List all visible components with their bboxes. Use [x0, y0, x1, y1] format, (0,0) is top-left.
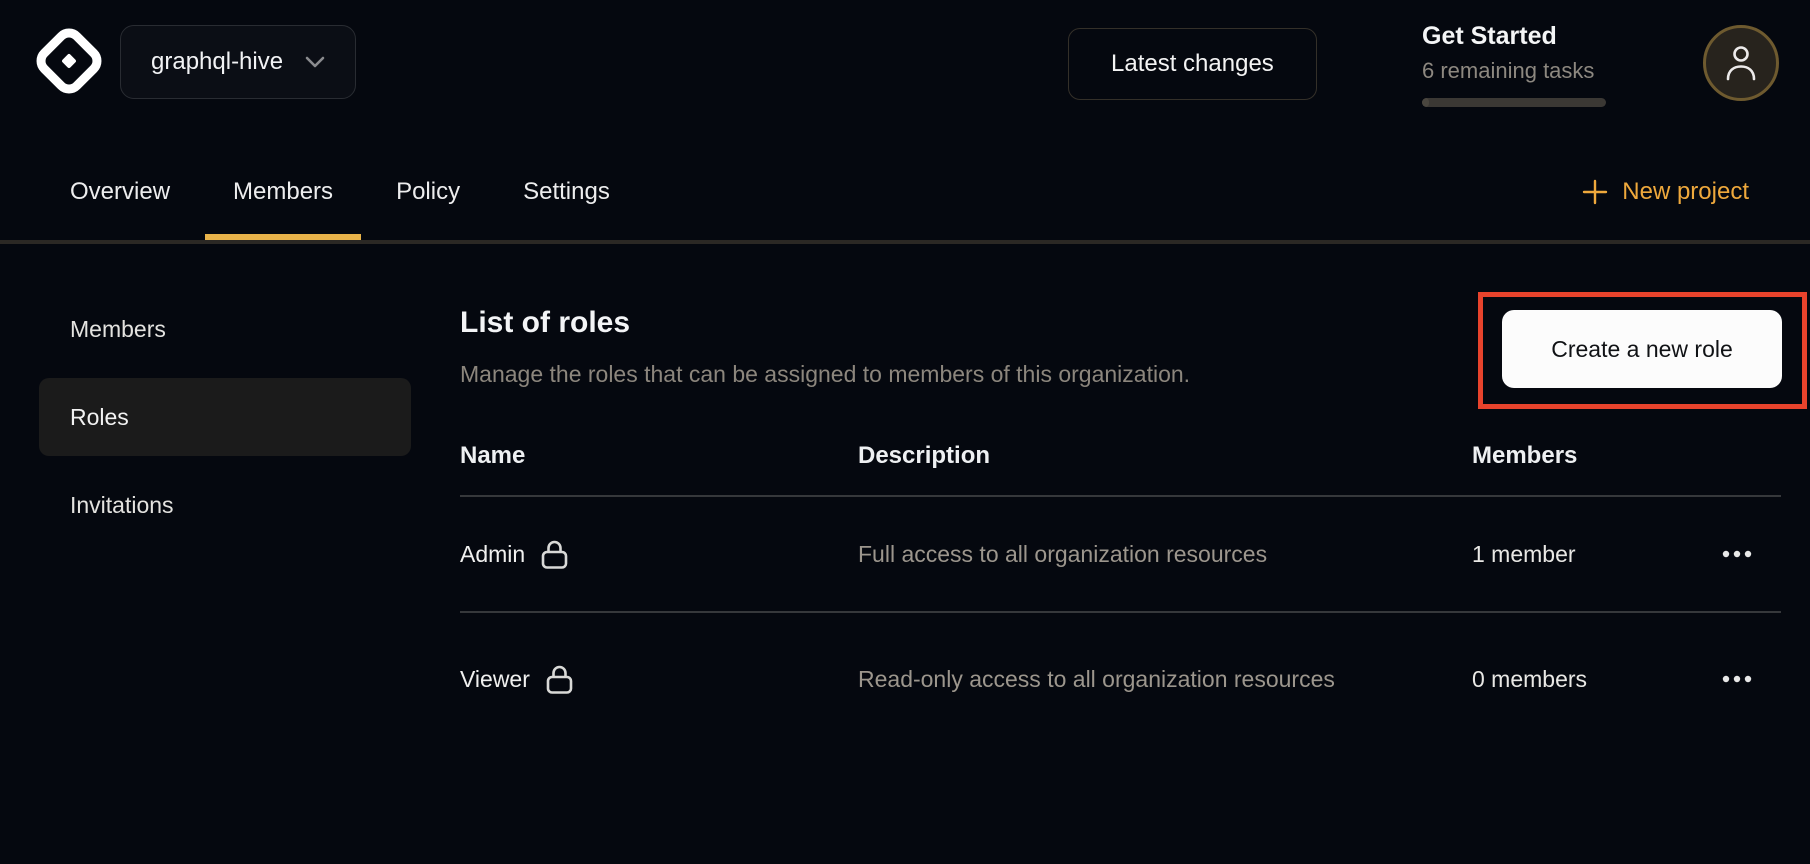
- latest-changes-button[interactable]: Latest changes: [1068, 28, 1317, 100]
- hive-logo-icon[interactable]: [36, 28, 102, 94]
- sidebar-item-invitations[interactable]: Invitations: [39, 466, 411, 544]
- get-started-progress-bar: [1422, 98, 1606, 107]
- sidebar-item-roles[interactable]: Roles: [39, 378, 411, 456]
- role-description: Full access to all organization resource…: [858, 533, 1378, 575]
- column-header-members: Members: [1472, 442, 1692, 470]
- tab-members[interactable]: Members: [205, 142, 361, 242]
- role-name: Admin: [460, 541, 525, 568]
- progress-fill: [1422, 98, 1429, 107]
- table-row-viewer: Viewer Read-only access to all organizat…: [460, 613, 1781, 745]
- org-tabs: Overview Members Policy Settings: [42, 142, 638, 242]
- get-started-title: Get Started: [1422, 22, 1606, 51]
- column-header-description: Description: [858, 442, 1472, 470]
- role-name-cell: Admin: [460, 539, 858, 570]
- plus-icon: [1582, 179, 1608, 205]
- table-header-row: Name Description Members: [460, 417, 1781, 495]
- create-role-button[interactable]: Create a new role: [1502, 310, 1782, 388]
- column-header-name: Name: [460, 442, 858, 470]
- row-actions-button[interactable]: [1711, 665, 1763, 693]
- org-switcher[interactable]: graphql-hive: [120, 25, 356, 99]
- table-row-admin: Admin Full access to all organization re…: [460, 497, 1781, 611]
- new-project-label: New project: [1622, 178, 1749, 206]
- role-members-count: 1 member: [1472, 541, 1692, 568]
- get-started-subtitle: 6 remaining tasks: [1422, 58, 1606, 84]
- tab-settings[interactable]: Settings: [495, 142, 638, 242]
- page-title: List of roles: [460, 306, 630, 340]
- app-root: graphql-hive Latest changes Get Started …: [0, 0, 1810, 864]
- ellipsis-icon: [1721, 550, 1753, 558]
- lock-icon: [541, 539, 568, 570]
- lock-icon: [546, 664, 573, 695]
- person-icon: [1723, 43, 1759, 83]
- tab-policy[interactable]: Policy: [368, 142, 488, 242]
- roles-table: Name Description Members Admin Full acce…: [460, 417, 1781, 745]
- row-actions-button[interactable]: [1711, 540, 1763, 568]
- new-project-link[interactable]: New project: [1582, 142, 1749, 242]
- chevron-down-icon: [305, 56, 325, 68]
- role-name: Viewer: [460, 666, 530, 693]
- get-started-widget[interactable]: Get Started 6 remaining tasks: [1422, 22, 1606, 107]
- tab-overview[interactable]: Overview: [42, 142, 198, 242]
- sidebar-item-members[interactable]: Members: [39, 290, 411, 368]
- role-name-cell: Viewer: [460, 664, 858, 695]
- role-description: Read-only access to all organization res…: [858, 658, 1378, 700]
- role-members-count: 0 members: [1472, 666, 1692, 693]
- page-subtitle: Manage the roles that can be assigned to…: [460, 361, 1190, 388]
- avatar[interactable]: [1703, 25, 1779, 101]
- ellipsis-icon: [1721, 675, 1753, 683]
- org-name: graphql-hive: [151, 48, 283, 76]
- header-divider: [0, 240, 1810, 244]
